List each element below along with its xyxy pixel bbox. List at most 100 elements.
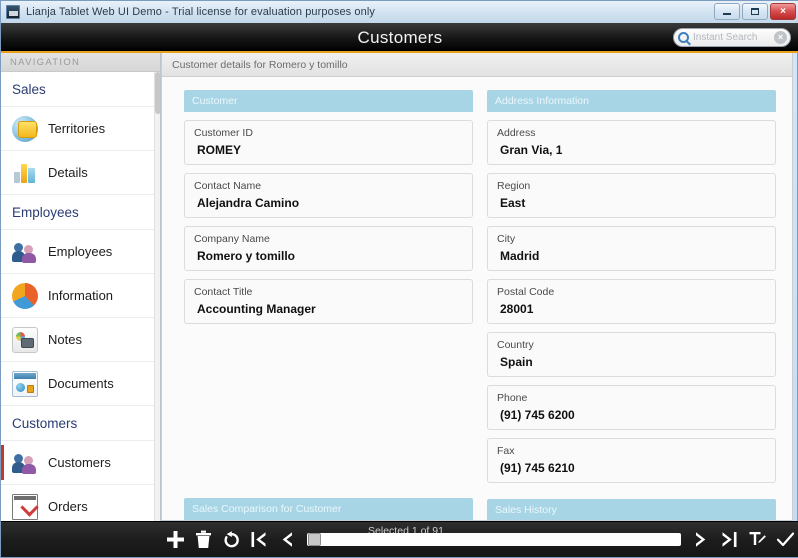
sidebar-scrollbar[interactable] — [154, 72, 160, 521]
skip-forward-icon — [722, 532, 737, 547]
last-record-button[interactable] — [715, 525, 743, 555]
field-value: East — [500, 196, 526, 210]
sidebar-item-details[interactable]: Details — [1, 151, 160, 195]
close-button[interactable]: × — [770, 3, 796, 20]
field-country[interactable]: Country Spain — [487, 332, 776, 377]
field-contact-name[interactable]: Contact Name Alejandra Camino — [184, 173, 473, 218]
breadcrumb: Customer details for Romero y tomillo — [162, 53, 792, 77]
search-box[interactable]: Instant Search × — [673, 28, 791, 47]
field-value: Gran Via, 1 — [500, 143, 563, 157]
sidebar-item-label: Employees — [48, 244, 113, 259]
panel-title-address-information: Address Information — [487, 90, 776, 112]
sidebar: NAVIGATION Sales Territories Details Emp… — [1, 53, 161, 521]
field-region[interactable]: Region East — [487, 173, 776, 218]
field-label: Phone — [497, 392, 528, 404]
field-label: Company Name — [194, 233, 270, 245]
sidebar-group-sales: Sales — [1, 72, 160, 107]
field-value: Accounting Manager — [197, 302, 316, 316]
globe-folder-icon — [12, 115, 38, 142]
undo-button[interactable] — [217, 525, 245, 555]
field-label: Postal Code — [497, 286, 555, 298]
field-fax[interactable]: Fax (91) 745 6210 — [487, 438, 776, 483]
field-label: Region — [497, 180, 531, 192]
sidebar-item-customers[interactable]: Customers — [1, 441, 160, 485]
sidebar-item-information[interactable]: Information — [1, 274, 160, 318]
confirm-button[interactable] — [771, 525, 798, 555]
os-title-bar: Lianja Tablet Web UI Demo - Trial licens… — [1, 1, 798, 23]
sidebar-group-employees: Employees — [1, 195, 160, 230]
sidebar-item-label: Territories — [48, 121, 106, 136]
record-toolbar: Selected 1 of 91 — [1, 521, 798, 557]
app-header: Customers Instant Search × — [1, 23, 798, 53]
app-window-icon — [6, 5, 20, 19]
field-contact-title[interactable]: Contact Title Accounting Manager — [184, 279, 473, 324]
sidebar-item-documents[interactable]: Documents — [1, 362, 160, 406]
undo-arrow-icon — [224, 531, 239, 548]
sidebar-item-employees[interactable]: Employees — [1, 230, 160, 274]
check-icon — [776, 532, 794, 547]
field-value: (91) 745 6200 — [500, 408, 575, 422]
sidebar-item-label: Customers — [48, 455, 111, 470]
field-value: Alejandra Camino — [197, 196, 300, 210]
search-input[interactable]: Instant Search — [693, 32, 774, 43]
close-icon: × — [780, 5, 786, 17]
field-value: Spain — [500, 355, 533, 369]
sidebar-item-territories[interactable]: Territories — [1, 107, 160, 151]
panel-title-sales-comparison: Sales Comparison for Customer — [184, 498, 473, 520]
palette-camera-icon — [12, 326, 38, 353]
field-label: Country — [497, 339, 534, 351]
sidebar-item-label: Documents — [48, 376, 114, 391]
left-column-spacer — [184, 332, 473, 490]
sidebar-heading: NAVIGATION — [1, 53, 160, 72]
address-panel: Address Information Address Gran Via, 1 … — [487, 90, 776, 520]
field-label: Contact Name — [194, 180, 262, 192]
field-postal-code[interactable]: Postal Code 28001 — [487, 279, 776, 324]
calendar-check-icon — [12, 493, 39, 520]
minimize-icon — [723, 12, 731, 15]
text-edit-icon — [749, 532, 766, 545]
search-icon — [678, 32, 689, 43]
detail-columns: Customer Customer ID ROMEY Contact Name … — [162, 78, 792, 520]
field-label: Address — [497, 127, 536, 139]
sidebar-item-label: Orders — [48, 499, 88, 514]
trash-icon — [195, 530, 211, 548]
delete-record-button[interactable] — [189, 525, 217, 555]
sidebar-item-orders[interactable]: Orders — [1, 485, 160, 521]
maximize-icon — [751, 8, 759, 15]
field-address[interactable]: Address Gran Via, 1 — [487, 120, 776, 165]
panel-title-sales-history: Sales History — [487, 499, 776, 520]
panel-title-customer: Customer — [184, 90, 473, 112]
record-slider[interactable] — [307, 533, 681, 546]
edit-text-button[interactable] — [743, 525, 771, 555]
field-customer-id[interactable]: Customer ID ROMEY — [184, 120, 473, 165]
customer-panel: Customer Customer ID ROMEY Contact Name … — [184, 90, 473, 520]
field-value: ROMEY — [197, 143, 242, 157]
record-slider-thumb[interactable] — [308, 533, 321, 546]
field-company-name[interactable]: Company Name Romero y tomillo — [184, 226, 473, 271]
clear-search-icon[interactable]: × — [774, 31, 787, 44]
field-city[interactable]: City Madrid — [487, 226, 776, 271]
people-icon — [12, 450, 38, 476]
sidebar-item-label: Details — [48, 165, 88, 180]
first-record-button[interactable] — [245, 525, 273, 555]
plus-icon — [166, 531, 184, 548]
add-record-button[interactable] — [161, 525, 189, 555]
field-value: 28001 — [500, 302, 534, 316]
sidebar-item-notes[interactable]: Notes — [1, 318, 160, 362]
chevron-right-icon — [696, 532, 706, 547]
minimize-button[interactable] — [714, 3, 740, 20]
field-value: (91) 745 6210 — [500, 461, 575, 475]
people-icon — [12, 239, 38, 265]
sidebar-group-customers: Customers — [1, 406, 160, 441]
field-label: Customer ID — [194, 127, 253, 139]
field-phone[interactable]: Phone (91) 745 6200 — [487, 385, 776, 430]
field-label: City — [497, 233, 516, 245]
maximize-button[interactable] — [742, 3, 768, 20]
browser-lock-icon — [12, 370, 38, 397]
window-title: Lianja Tablet Web UI Demo - Trial licens… — [26, 6, 375, 18]
field-value: Romero y tomillo — [197, 249, 296, 263]
sidebar-item-label: Notes — [48, 332, 82, 347]
pie-chart-icon — [12, 282, 38, 309]
next-record-button[interactable] — [687, 525, 715, 555]
window-controls: × — [714, 3, 796, 20]
